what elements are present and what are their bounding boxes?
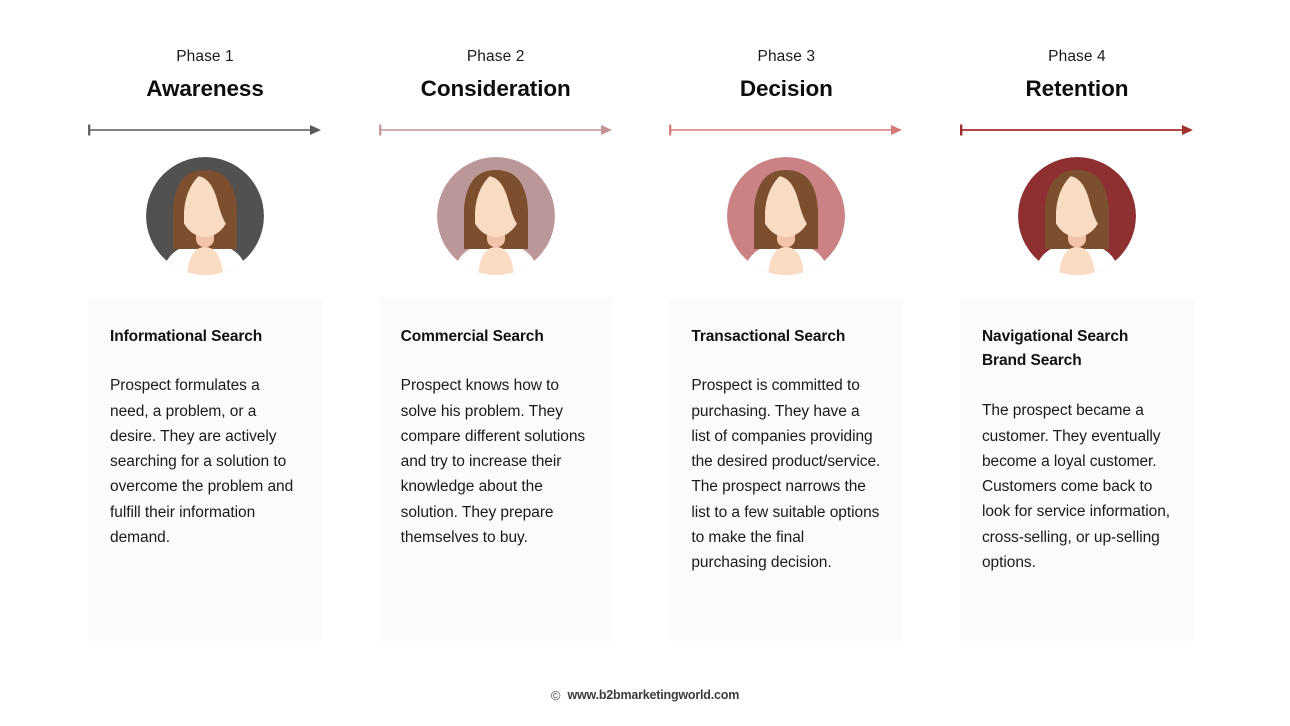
- arrow-right-icon: [378, 124, 612, 136]
- phase-card: Navigational Search Brand Search The pro…: [959, 298, 1194, 641]
- arrow-right-icon: [669, 124, 903, 136]
- avatar: [960, 147, 1194, 287]
- phase-column-4: Phase 4 Retention Navigational Search Br…: [959, 48, 1194, 641]
- copyright-icon: ©: [550, 687, 561, 703]
- phase-card: Commercial Search Prospect knows how to …: [378, 298, 613, 641]
- phase-card: Informational Search Prospect formulates…: [88, 298, 322, 641]
- phase-arrow: [669, 117, 903, 143]
- phase-label: Phase 1: [176, 48, 234, 65]
- person-avatar-icon: [727, 156, 846, 275]
- phase-label: Phase 2: [466, 48, 525, 65]
- person-avatar-icon: [1017, 156, 1136, 275]
- card-body: Prospect is committed to purchasing. The…: [691, 377, 881, 572]
- phase-card: Transactional Search Prospect is committ…: [669, 298, 904, 641]
- card-body: The prospect became a customer. They eve…: [981, 402, 1171, 571]
- phase-arrow: [88, 117, 322, 143]
- phase-title: Decision: [739, 75, 833, 101]
- phase-title: Consideration: [420, 75, 571, 101]
- arrow-right-icon: [88, 124, 321, 136]
- phase-label: Phase 4: [1048, 48, 1106, 65]
- footer-attribution: © www.b2bmarketingworld.com: [0, 688, 1290, 702]
- card-body: Prospect knows how to solve his problem.…: [400, 377, 586, 546]
- phase-arrow: [959, 117, 1194, 143]
- footer-site-url: www.b2bmarketingworld.com: [567, 688, 740, 702]
- phase-column-2: Phase 2 Consideration Commercial Search …: [378, 48, 613, 641]
- card-title: Commercial Search: [400, 327, 544, 345]
- card-body: Prospect formulates a need, a problem, o…: [110, 377, 294, 546]
- avatar: [379, 147, 613, 287]
- avatar: [669, 147, 903, 287]
- arrow-right-icon: [959, 124, 1193, 136]
- card-title: Transactional Search: [691, 327, 846, 345]
- phase-columns: Phase 1 Awareness Informational Search P…: [88, 48, 1194, 641]
- person-avatar-icon: [436, 156, 555, 275]
- person-avatar-icon: [146, 156, 264, 275]
- card-title: Informational Search: [110, 327, 263, 345]
- phase-title: Retention: [1025, 75, 1129, 101]
- phase-arrow: [378, 117, 613, 143]
- card-title: Navigational Search Brand Search: [981, 327, 1129, 370]
- phase-title: Awareness: [146, 75, 264, 101]
- phase-column-3: Phase 3 Decision Transactional Search Pr…: [669, 48, 904, 641]
- avatar: [88, 147, 322, 287]
- buyer-journey-diagram: Phase 1 Awareness Informational Search P…: [0, 0, 1290, 726]
- phase-column-1: Phase 1 Awareness Informational Search P…: [88, 48, 322, 641]
- phase-label: Phase 3: [757, 48, 816, 65]
